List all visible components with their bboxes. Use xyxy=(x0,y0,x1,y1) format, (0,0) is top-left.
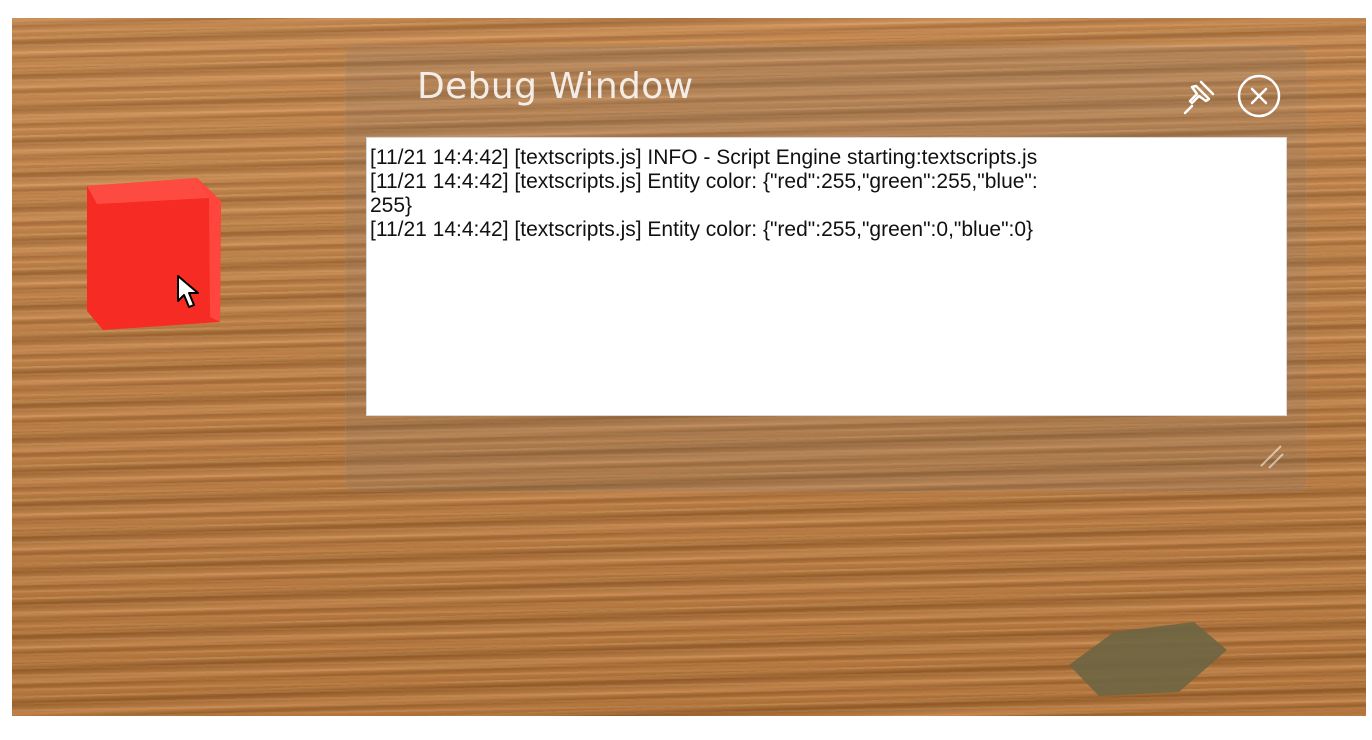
resize-handle-icon xyxy=(1260,445,1284,469)
log-panel[interactable]: [11/21 14:4:42] [textscripts.js] INFO - … xyxy=(366,137,1287,416)
resize-handle[interactable] xyxy=(1253,438,1287,472)
ground-shadow xyxy=(1069,622,1227,696)
close-icon xyxy=(1237,74,1281,118)
mouse-pointer-icon xyxy=(177,275,199,308)
log-line-2: [11/21 14:4:42] [textscripts.js] Entity … xyxy=(370,170,1038,217)
debug-window: Debug Window [11/21 14:4:42] [textscript… xyxy=(345,46,1307,492)
log-line-3: [11/21 14:4:42] [textscripts.js] Entity … xyxy=(370,218,1034,241)
pin-icon xyxy=(1183,80,1215,115)
window-title: Debug Window xyxy=(417,66,694,107)
close-button[interactable] xyxy=(1235,72,1283,120)
scene-viewport: Debug Window [11/21 14:4:42] [textscript… xyxy=(12,18,1366,716)
red-cube xyxy=(87,178,221,330)
pin-button[interactable] xyxy=(1175,72,1223,120)
log-line-1: [11/21 14:4:42] [textscripts.js] INFO - … xyxy=(370,146,1038,169)
